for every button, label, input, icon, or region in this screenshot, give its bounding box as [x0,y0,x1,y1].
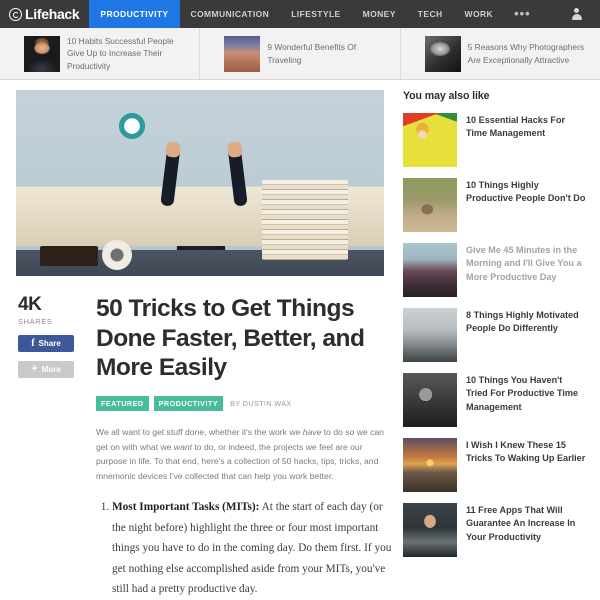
share-count-label: SHARES [18,317,53,326]
desk-tray-decoration [40,246,98,266]
raised-arms-decoration [160,141,248,210]
related-articles-sidebar: You may also like 10 Essential Hacks For… [395,80,600,568]
nav-item-tech[interactable]: TECH [407,0,454,28]
nav-item-lifestyle[interactable]: LIFESTYLE [280,0,351,28]
sidebar-item-label: 11 Free Apps That Will Guarantee An Incr… [466,505,576,542]
share-count: 4K [18,294,42,315]
user-icon[interactable] [571,8,582,20]
sidebar-heading: You may also like [403,90,490,102]
featured-story-card[interactable]: 10 Habits Successful People Give Up to I… [0,28,201,79]
top-navigation-bar: Lifehack PRODUCTIVITY COMMUNICATION LIFE… [0,0,600,28]
featured-story-thumbnail-image [424,35,461,72]
right-fist-decoration [227,141,243,158]
sidebar-item-thumbnail-image [403,178,457,232]
featured-story-card[interactable]: 9 Wonderful Benefits Of Traveling [200,28,401,79]
tricks-list: Most Important Tasks (MITs): At the star… [96,497,395,600]
sidebar-item-1[interactable]: 10 Things Highly Productive People Don't… [403,178,586,232]
lifehack-logo-icon [9,7,22,21]
article-byline: BY DUSTIN WAX [230,398,292,408]
sidebar-item-3[interactable]: 8 Things Highly Motivated People Do Diff… [403,308,586,362]
featured-story-title: 9 Wonderful Benefits Of Traveling [267,42,357,65]
primary-nav-items: PRODUCTIVITY COMMUNICATION LIFESTYLE MON… [89,0,540,28]
sidebar-item-label: 10 Things You Haven't Tried For Producti… [466,375,579,412]
article-headline: 50 Tricks to Get Things Done Faster, Bet… [96,295,365,382]
sidebar-item-4[interactable]: 10 Things You Haven't Tried For Producti… [403,373,586,427]
list-item-body: At the start of each day (or the night b… [112,501,392,596]
featured-story-card[interactable]: 5 Reasons Why Photographers Are Exceptio… [401,28,600,79]
sidebar-item-label: I Wish I Knew These 15 Tricks To Waking … [466,440,586,464]
sidebar-item-6[interactable]: 11 Free Apps That Will Guarantee An Incr… [403,503,586,557]
more-share-label: More [41,365,61,374]
nav-right-group [571,0,600,28]
sidebar-item-thumbnail-image [403,373,457,427]
article-lede-paragraph: We all want to get stuff done, whether i… [96,425,395,484]
nav-more-icon[interactable]: ••• [504,0,541,28]
sidebar-item-label: 10 Things Highly Productive People Don't… [466,180,586,204]
brand-name: Lifehack [25,6,80,22]
more-share-button[interactable]: + More [18,361,74,378]
right-arm-decoration [227,141,248,207]
sidebar-item-thumbnail-image [403,308,457,362]
left-fist-decoration [165,141,181,158]
sidebar-item-2[interactable]: Give Me 45 Minutes in the Morning and I'… [403,243,586,297]
article-tag-row: FEATURED PRODUCTIVITY BY DUSTIN WAX [96,395,395,411]
nav-item-communication[interactable]: COMMUNICATION [180,0,281,28]
article-text-column: 50 Tricks to Get Things Done Faster, Bet… [84,294,395,600]
featured-story-title: 10 Habits Successful People Give Up to I… [67,36,174,71]
tag-productivity[interactable]: PRODUCTIVITY [153,395,224,411]
article-column: 4K SHARES f Share + More 50 Tricks to Ge… [0,80,395,600]
tag-featured[interactable]: FEATURED [96,395,149,411]
facebook-share-button[interactable]: f Share [18,335,74,352]
sidebar-item-5[interactable]: I Wish I Knew These 15 Tricks To Waking … [403,438,586,492]
paper-stack-decoration [262,180,348,260]
nav-item-productivity[interactable]: PRODUCTIVITY [89,0,180,28]
list-item-lead: Most Important Tasks (MITs): [112,501,260,514]
featured-stories-strip: 10 Habits Successful People Give Up to I… [0,28,600,80]
featured-story-thumbnail-image [24,35,60,72]
lede-part-1: We all want to get stuff done, whether i… [96,426,303,437]
sidebar-item-thumbnail-image [403,438,457,492]
nav-item-work[interactable]: WORK [454,0,505,28]
nav-item-money[interactable]: MONEY [352,0,407,28]
page-content: 4K SHARES f Share + More 50 Tricks to Ge… [0,80,600,600]
featured-story-thumbnail-image [224,35,261,72]
sidebar-item-thumbnail-image [403,503,457,557]
sidebar-item-label: 10 Essential Hacks For Time Management [466,115,566,139]
sidebar-item-label: 8 Things Highly Motivated People Do Diff… [466,310,579,334]
left-arm-decoration [160,141,181,207]
tape-roll-decoration [102,240,132,270]
list-item: Most Important Tasks (MITs): At the star… [112,497,395,600]
article-body-row: 4K SHARES f Share + More 50 Tricks to Ge… [16,294,395,600]
lede-emphasis-have: have [302,426,322,437]
sidebar-item-label: Give Me 45 Minutes in the Morning and I'… [466,245,582,282]
site-logo[interactable]: Lifehack [0,0,89,28]
article-hero-image [16,90,384,276]
sidebar-item-thumbnail-image [403,243,457,297]
plus-icon: + [31,363,38,375]
lede-emphasis-want: want [173,441,193,452]
sidebar-item-0[interactable]: 10 Essential Hacks For Time Management [403,113,586,167]
facebook-share-label: Share [38,339,61,348]
sidebar-item-thumbnail-image [403,113,457,167]
facebook-icon: f [31,337,35,349]
featured-story-title: 5 Reasons Why Photographers Are Exceptio… [467,42,585,65]
share-sidebar: 4K SHARES f Share + More [16,294,84,600]
